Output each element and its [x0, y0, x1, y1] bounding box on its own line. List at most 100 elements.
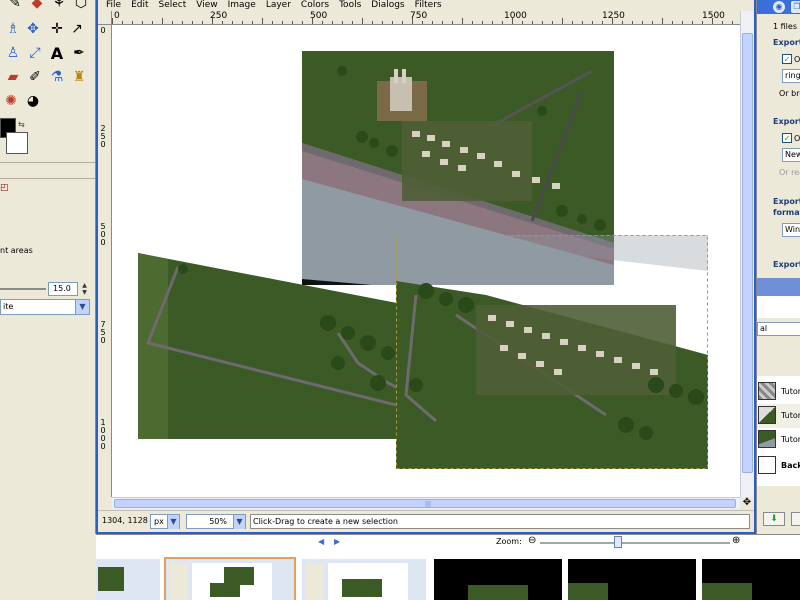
ruler-tick	[332, 21, 333, 24]
size-slider[interactable]	[0, 288, 46, 290]
smudge-icon[interactable]: ↗	[66, 18, 88, 40]
dodge-icon[interactable]: ✒	[68, 42, 90, 64]
filmstrip-thumbnail[interactable]	[568, 559, 696, 600]
filmstrip-thumbnail[interactable]	[702, 559, 800, 600]
chevron-down-icon[interactable]: ▼	[233, 515, 245, 529]
layer-row[interactable]: Tutor	[757, 380, 800, 404]
menu-filters[interactable]: Filters	[415, 0, 442, 11]
ruler-tick	[432, 21, 433, 24]
image-canvas[interactable]	[112, 25, 740, 497]
picker-icon[interactable]: ✐	[24, 66, 46, 88]
zoom-slider-thumb[interactable]	[614, 536, 622, 548]
raise-layer-icon[interactable]: ⬇	[763, 512, 785, 526]
menu-dialogs[interactable]: Dialogs	[371, 0, 404, 11]
unit-select[interactable]: px ▼	[150, 514, 180, 529]
ruler-tick	[602, 21, 603, 24]
text-field[interactable]: Wind	[782, 223, 800, 237]
text-field[interactable]: ring S	[782, 69, 800, 83]
size-input[interactable]: 15.0	[48, 282, 78, 296]
zoom-in-icon[interactable]: ⊕	[732, 535, 740, 546]
zoom-out-icon[interactable]: ⊖	[528, 535, 536, 546]
filmstrip-thumbnail[interactable]	[302, 559, 426, 600]
statusbar: 1304, 1128 px ▼ 50% ▼ Click-Drag to crea…	[98, 510, 754, 532]
menu-file[interactable]: File	[106, 0, 121, 11]
layer-row[interactable]: Back	[757, 454, 800, 478]
tab-icon[interactable]: ◉	[773, 1, 785, 13]
chevron-down-icon[interactable]: ▼	[167, 515, 179, 529]
filmstrip-thumbnail-selected[interactable]	[164, 557, 296, 600]
ruler-tick	[622, 21, 623, 24]
mode-select[interactable]: ite ▼	[0, 299, 90, 315]
eraser-icon[interactable]: ▰	[2, 66, 24, 88]
horizontal-ruler[interactable]: 0 250 500 750 1000 1250 1500	[112, 11, 740, 25]
tab-icon[interactable]: ❐	[791, 1, 800, 13]
filmstrip-thumbnail[interactable]	[96, 559, 160, 600]
filmstrip-thumbnail[interactable]	[434, 559, 562, 600]
ruler-tick	[302, 21, 303, 24]
files-count: 1 files s	[773, 22, 800, 31]
stamp-icon[interactable]: ♜	[68, 66, 90, 88]
perspective-icon[interactable]: ⬡	[70, 0, 92, 14]
horizontal-scroll-thumb[interactable]: |||	[114, 499, 736, 508]
spin-arrows-icon[interactable]: ▲ ▼	[80, 282, 89, 296]
transform-icon[interactable]: ⤢	[24, 42, 46, 64]
gradient-icon[interactable]: ✺	[0, 90, 22, 112]
image-filmstrip: ◀ ▶ Zoom: ⊖ ⊕	[96, 534, 800, 600]
menu-layer[interactable]: Layer	[266, 0, 291, 11]
ruler-tick	[542, 21, 543, 24]
vertical-ruler[interactable]: 0 250 500 750 1000	[98, 25, 112, 497]
ruler-tick	[522, 21, 523, 24]
zoom-label: Zoom:	[496, 537, 522, 546]
background-color[interactable]	[6, 132, 28, 154]
swap-colors-icon[interactable]: ⇆	[18, 120, 25, 129]
navigate-icon[interactable]: ✥	[740, 497, 754, 509]
text-icon[interactable]: A	[46, 42, 68, 64]
measure-icon[interactable]: ⚗	[46, 66, 68, 88]
checkbox[interactable]: ✓	[782, 133, 792, 143]
checkbox[interactable]: ✓	[782, 54, 792, 64]
ruler-label: 250	[100, 124, 106, 149]
vertical-scroll-thumb[interactable]	[742, 33, 753, 473]
move-icon[interactable]: ✥	[22, 18, 44, 40]
menu-image[interactable]: Image	[228, 0, 256, 11]
menu-select[interactable]: Select	[159, 0, 187, 11]
horizontal-scrollbar[interactable]: |||	[112, 497, 740, 509]
link-text[interactable]: Or bro	[779, 89, 800, 98]
heal-icon[interactable]: ♙	[2, 42, 24, 64]
next-icon[interactable]: ▶	[334, 537, 340, 546]
bucket-icon[interactable]: ◕	[22, 90, 44, 112]
size-spinner[interactable]: 15.0 ▲ ▼	[0, 282, 90, 296]
dock-button[interactable]	[791, 512, 800, 526]
text-field[interactable]: al	[757, 322, 800, 336]
zoom-select[interactable]: 50% ▼	[186, 514, 246, 529]
menu-tools[interactable]: Tools	[339, 0, 361, 11]
ruler-tick	[662, 18, 663, 24]
clone-icon[interactable]: ⚘	[48, 0, 70, 14]
prev-icon[interactable]: ◀	[318, 537, 324, 546]
layer-row[interactable]: Tutor	[757, 428, 800, 452]
checkbox-label: O	[794, 134, 800, 143]
chevron-down-icon[interactable]: ▼	[75, 300, 89, 314]
fg-bg-colors[interactable]: ⇆	[0, 118, 30, 156]
zoom-slider[interactable]	[540, 542, 730, 544]
ruler-tick	[652, 21, 653, 24]
menu-edit[interactable]: Edit	[131, 0, 148, 11]
vertical-scrollbar[interactable]	[740, 11, 754, 497]
ruler-tick	[732, 21, 733, 24]
ruler-tick	[292, 21, 293, 24]
color-icon[interactable]: ◆	[26, 0, 48, 14]
ruler-tick	[272, 21, 273, 24]
layer-thumbnail	[758, 456, 776, 474]
path-icon[interactable]: ♗	[2, 18, 24, 40]
ruler-corner[interactable]	[98, 11, 112, 25]
ruler-tick	[722, 21, 723, 24]
pencil-icon[interactable]: ✎	[4, 0, 26, 14]
layer-row[interactable]: Tutor	[757, 404, 800, 428]
text-field[interactable]: New	[782, 148, 800, 162]
align-icon[interactable]: ✛	[46, 18, 68, 40]
menu-view[interactable]: View	[196, 0, 217, 11]
layer-thumbnail	[758, 406, 776, 424]
menu-colors[interactable]: Colors	[301, 0, 329, 11]
section-heading: Export	[773, 38, 800, 47]
image-layer-selected[interactable]	[396, 235, 708, 469]
